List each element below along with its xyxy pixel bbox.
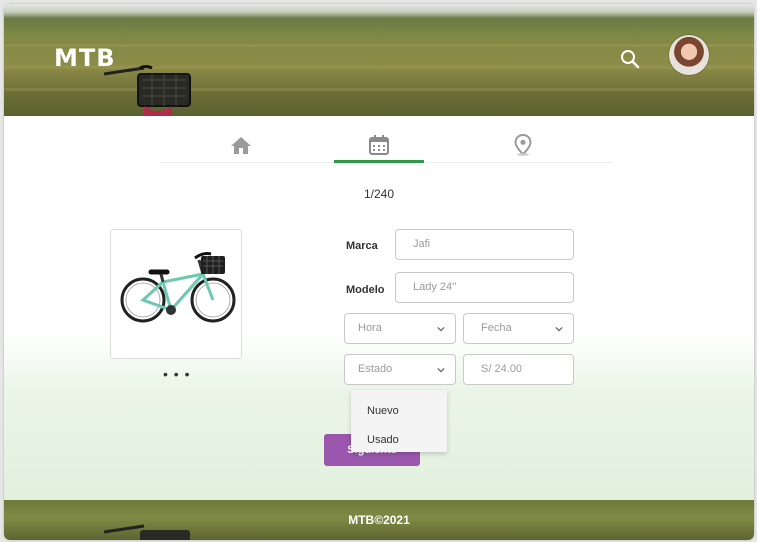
- product-image-card[interactable]: [110, 229, 242, 359]
- tab-home[interactable]: [196, 130, 286, 160]
- footer-copyright: MTB©2021: [348, 513, 410, 527]
- estado-select[interactable]: Estado: [344, 354, 456, 385]
- modelo-field[interactable]: Lady 24'': [395, 272, 574, 303]
- precio-field[interactable]: S/ 24.00: [463, 354, 574, 385]
- hora-select[interactable]: Hora: [344, 313, 456, 344]
- brand-logo[interactable]: MTB: [54, 44, 116, 72]
- search-icon[interactable]: [619, 48, 641, 70]
- chevron-down-icon: [437, 326, 445, 332]
- header-banner: MTB: [4, 4, 754, 116]
- estado-dropdown: Nuevo Usado: [351, 390, 447, 452]
- fecha-value: Fecha: [481, 322, 512, 334]
- field-texture: [4, 44, 754, 47]
- hora-value: Hora: [358, 322, 382, 334]
- more-images-indicator[interactable]: • • •: [163, 366, 190, 382]
- footer-banner: MTB©2021: [4, 500, 754, 540]
- fecha-select[interactable]: Fecha: [463, 313, 574, 344]
- chevron-down-icon: [555, 326, 563, 332]
- chevron-down-icon: [437, 367, 445, 373]
- marca-field[interactable]: Jafi: [395, 229, 574, 260]
- home-icon: [231, 137, 251, 154]
- estado-option-nuevo[interactable]: Nuevo: [367, 405, 399, 417]
- estado-value: Estado: [358, 363, 393, 375]
- nav-tabs: [160, 130, 612, 163]
- bicycle-image: [120, 252, 236, 323]
- marca-label: Marca: [346, 240, 378, 252]
- tab-calendar[interactable]: [334, 130, 424, 163]
- modelo-label: Modelo: [346, 284, 385, 296]
- app-window: MTB 1/240 • • • Marca Jafi Modelo Lady 2…: [4, 4, 754, 540]
- bike-basket-photo: [104, 65, 191, 116]
- image-counter: 1/240: [363, 187, 395, 201]
- calendar-icon: [369, 135, 389, 155]
- location-pin-icon: [514, 134, 532, 156]
- tab-location[interactable]: [478, 130, 568, 160]
- estado-option-usado[interactable]: Usado: [367, 434, 399, 446]
- user-avatar[interactable]: [669, 35, 709, 75]
